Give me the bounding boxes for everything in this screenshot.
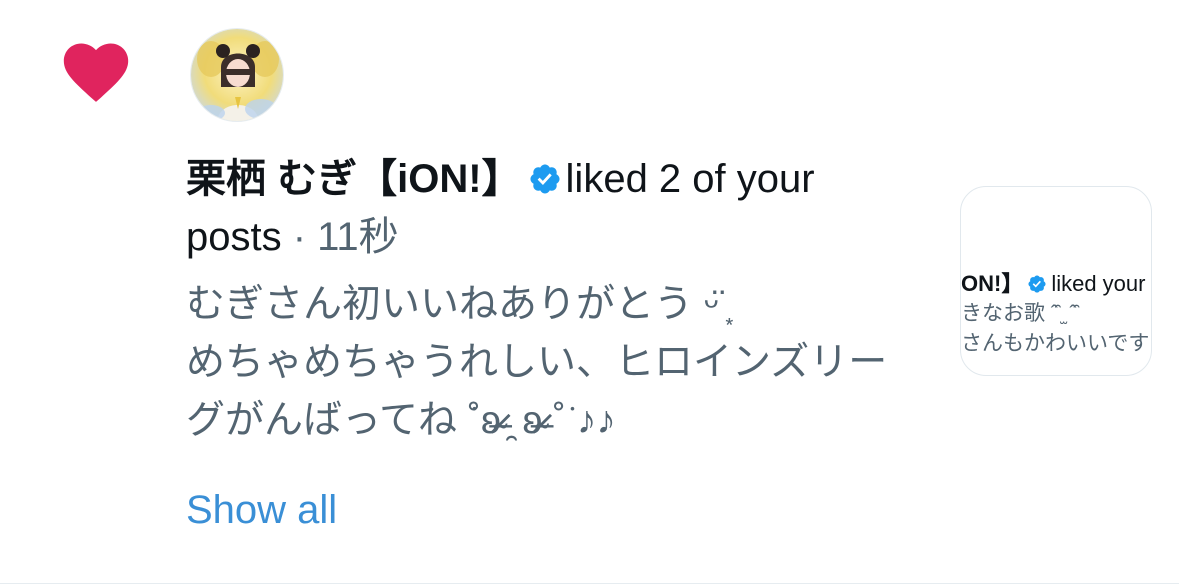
preview-verified-badge-icon [1028, 275, 1046, 293]
verified-badge-icon [530, 164, 560, 194]
avatar[interactable] [190, 28, 284, 122]
separator: · [281, 215, 318, 259]
preview-content: ON!】 liked your きなお歌 ˆ̑ ̫ ˆ̑ さんもかわいいです [961, 269, 1151, 359]
show-all-link[interactable]: Show all [186, 484, 337, 536]
timestamp[interactable]: 11秒 [317, 215, 399, 259]
preview-text-line: きなお歌 ˆ̑ ̫ ˆ̑ [961, 302, 1077, 325]
user-name[interactable]: 栗栖 むぎ【iON!】 [186, 157, 522, 201]
preview-text-line: さんもかわいいです [961, 332, 1150, 355]
preview-user-name: ON!】 [961, 271, 1024, 296]
heart-icon [63, 43, 129, 102]
preview-action-text: liked your [1051, 271, 1146, 296]
post-preview-card[interactable]: ON!】 liked your きなお歌 ˆ̑ ̫ ˆ̑ さんもかわいいです [960, 186, 1152, 376]
tweet-text: むぎさん初いいねありがとう ᵕ̈ ͙ めちゃめちゃうれしい、ヒロインズリーグがん… [186, 283, 888, 442]
preview-headline: ON!】 liked your [961, 269, 1151, 299]
notification-headline: 栗栖 むぎ【iON!】 liked 2 of your posts · 11秒 [186, 150, 886, 266]
notification-item[interactable]: 栗栖 むぎ【iON!】 liked 2 of your posts · 11秒 む… [0, 0, 1179, 584]
